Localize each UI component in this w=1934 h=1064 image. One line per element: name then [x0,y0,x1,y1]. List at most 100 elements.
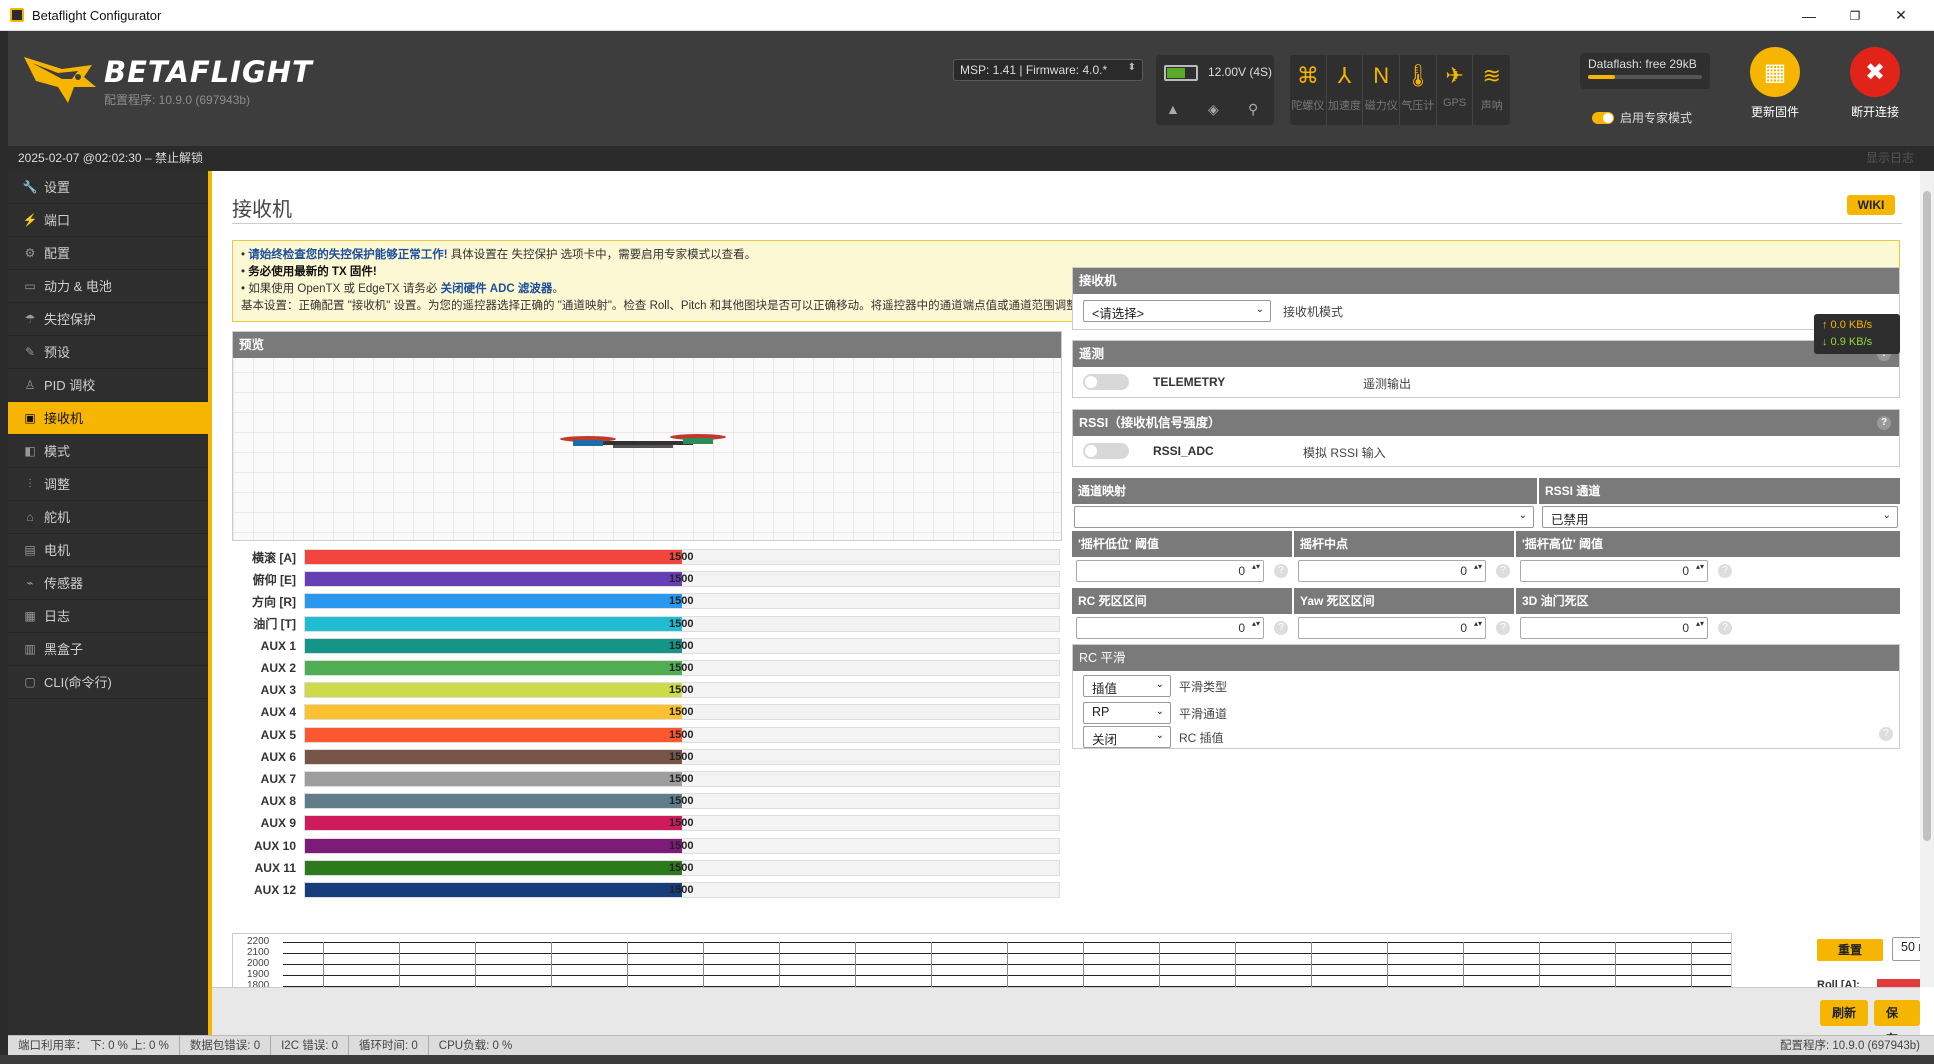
channel-fill [305,572,682,587]
help-icon[interactable]: ? [1718,564,1732,578]
help-icon[interactable]: ? [1496,621,1510,635]
throttle-3d-deadband-input[interactable]: 0 [1520,617,1708,639]
note-opentx-text: 如果使用 OpenTX 或 EdgeTX 请务必 [248,283,441,295]
receiver-title: 接收机 [1073,268,1899,294]
help-icon[interactable]: ? [1879,727,1893,741]
minimize-button[interactable]: — [1786,0,1832,31]
msp-firmware-select[interactable]: MSP: 1.41 | Firmware: 4.0.* ⬍ [953,59,1143,81]
channel-fill [305,616,682,631]
rc-interpolation-select[interactable]: 关闭 ⌄ [1083,726,1171,748]
note-firmware-warning: 务必使用最新的 TX 固件! [248,266,377,278]
sidebar-item-7[interactable]: ▣ 接收机 [8,402,208,435]
rc-interpolation-value: 关闭 [1092,733,1118,747]
sidebar-item-label: PID 调校 [44,377,96,393]
graph-tick-label: 1800 [247,980,270,987]
sensor-label: 陀螺仪 [1291,100,1325,112]
save-button[interactable]: 保存 [1874,1000,1920,1046]
help-icon[interactable]: ? [1274,621,1288,635]
sidebar-item-4[interactable]: ☂ 失控保护 [8,303,208,336]
channel-fill [305,749,682,764]
graph-interval-select[interactable]: 50 ms⌄ [1892,937,1920,961]
channel-row: AUX 2 1500 [232,657,1062,679]
sidebar-item-2[interactable]: ⚙ 配置 [8,237,208,270]
sidebar-item-9[interactable]: ⫶ 调整 [8,468,208,501]
rssi-channel-select[interactable]: 已禁用 ⌄ [1542,506,1898,528]
help-icon[interactable]: ? [1718,621,1732,635]
rc-deadband-input[interactable]: 0 [1076,617,1264,639]
stick-low-input[interactable]: 0 [1076,560,1264,582]
sidebar-item-0[interactable]: 🔧 设置 [8,171,208,204]
stick-high-input[interactable]: 0 [1520,560,1708,582]
sidebar-item-13[interactable]: ▦ 日志 [8,600,208,633]
update-firmware-label: 更新固件 [1750,105,1799,119]
wiki-button[interactable]: WIKI [1847,195,1895,215]
channel-fill [305,771,682,786]
channel-label: AUX 6 [260,749,296,764]
close-button[interactable]: ✕ [1878,0,1924,31]
update-firmware-button[interactable]: ▦ 更新固件 [1730,47,1820,120]
chevron-down-icon: ⌄ [1255,304,1264,315]
sidebar-item-1[interactable]: ⚡ 端口 [8,204,208,237]
telemetry-toggle[interactable] [1083,374,1129,390]
rssi-channel-value: 已禁用 [1551,513,1589,527]
sidebar-item-15[interactable]: ▢ CLI(命令行) [8,666,208,699]
receiver-mode-select[interactable]: <请选择> ⌄ [1083,300,1271,322]
msp-firmware-value: MSP: 1.41 | Firmware: 4.0.* [960,63,1108,77]
receiver-mode-value: <请选择> [1092,307,1145,321]
channel-meter: 1500 [304,770,1060,787]
channel-value: 1500 [669,839,694,852]
channel-label: AUX 4 [260,705,296,720]
help-icon[interactable]: ? [1274,564,1288,578]
stick-center-title: 摇杆中点 [1294,531,1514,557]
status-footer: 端口利用率： 下: 0 % 上: 0 % 数据包错误: 0 I2C 错误: 0 … [8,1035,1934,1055]
expert-mode-label: 启用专家模式 [1620,111,1693,125]
channel-label: AUX 3 [260,683,296,698]
sidebar-item-11[interactable]: ▤ 电机 [8,534,208,567]
note-failsafe-text: 具体设置在 失控保护 选项卡中，需要启用专家模式以查看。 [447,249,757,261]
sidebar-item-3[interactable]: ▭ 动力 & 电池 [8,270,208,303]
channel-map-input[interactable]: ⌄ [1074,506,1534,528]
sidebar-item-14[interactable]: ▥ 黑盒子 [8,633,208,666]
show-log-link[interactable]: 显示日志 [1866,146,1914,171]
refresh-button[interactable]: 刷新 [1820,1000,1869,1026]
smoothing-channel-value: RP [1092,705,1110,719]
help-icon[interactable]: ? [1496,564,1510,578]
note-punct: 。 [552,283,564,295]
dataflash-text: Dataflash: free 29kB [1588,57,1697,71]
channel-fill [305,683,682,698]
sidebar-item-label: 调整 [44,476,71,492]
help-icon[interactable]: ? [1877,416,1891,430]
sidebar-item-5[interactable]: ✎ 预设 [8,336,208,369]
sidebar-item-10[interactable]: ⌂ 舵机 [8,501,208,534]
sidebar-item-6[interactable]: ♙ PID 调校 [8,369,208,402]
scrollbar-thumb[interactable] [1923,191,1931,841]
pid-icon: ♙ [24,377,36,392]
smoothing-channel-select[interactable]: RP ⌄ [1083,702,1171,724]
smoothing-type-select[interactable]: 插值 ⌄ [1083,675,1171,697]
graph-vertical-gridline [931,942,932,987]
channel-value: 1500 [669,639,694,652]
adc-filter-link[interactable]: 关闭硬件 ADC 滤波器 [441,283,553,295]
graph-vertical-gridline [1615,942,1616,987]
gyro-icon: ⌘ [1296,63,1319,88]
expert-mode-toggle[interactable]: 启用专家模式 [1592,109,1692,126]
preview-title: 预览 [233,332,1061,358]
rssi-adc-toggle[interactable] [1083,443,1129,459]
stick-thresholds-panel: '摇杆低位' 阈值 摇杆中点 '摇杆高位' 阈值 0 ? 0 ? 0 ? [1072,531,1900,582]
graph-vertical-gridline [399,942,400,987]
disconnect-button[interactable]: ✖ 断开连接 [1830,47,1920,120]
yaw-deadband-input[interactable]: 0 [1298,617,1486,639]
graph-vertical-gridline [323,942,324,987]
toggle-switch[interactable] [1592,111,1614,124]
sidebar-item-12[interactable]: ⌁ 传感器 [8,567,208,600]
sidebar-item-8[interactable]: ◧ 模式 [8,435,208,468]
graph-reset-button[interactable]: 重置 [1817,939,1883,961]
rssi-title-text: RSSI（接收机信号强度） [1079,416,1221,430]
stick-center-input[interactable]: 0 [1298,560,1486,582]
channel-label: AUX 7 [260,771,296,786]
channel-row: AUX 1 1500 [232,635,1062,657]
main-scrollbar[interactable] [1920,171,1934,987]
maximize-button[interactable]: ❐ [1832,0,1878,31]
cpu-load: CPU负载: 0 % [438,1040,513,1052]
upload-rate: ↑ 0.0 KB/s [1822,319,1873,331]
